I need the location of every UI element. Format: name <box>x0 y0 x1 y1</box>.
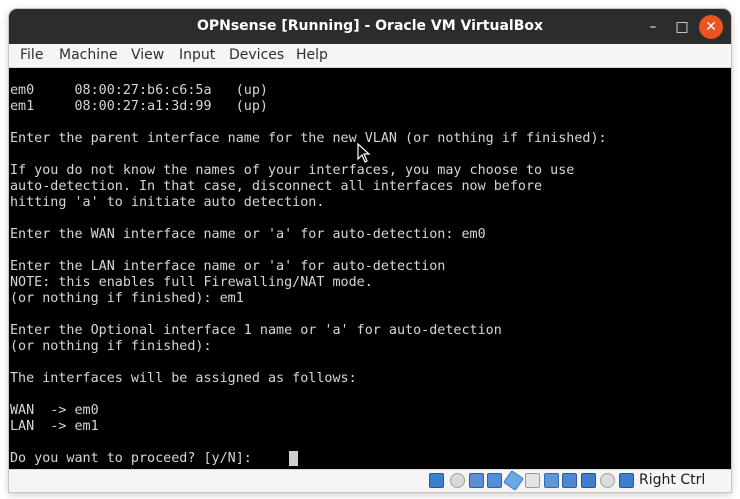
status-bar: Right Ctrl <box>9 469 731 492</box>
window-title: OPNsense [Running] - Oracle VM VirtualBo… <box>196 18 544 34</box>
console-line: WAN -> em0 <box>10 403 99 418</box>
title-bar[interactable]: OPNsense [Running] - Oracle VM VirtualBo… <box>9 9 731 44</box>
hard-disk-icon[interactable] <box>429 473 444 488</box>
menu-input[interactable]: Input <box>179 47 215 63</box>
console-line: If you do not know the names of your int… <box>10 163 575 178</box>
usb-icon[interactable] <box>503 470 524 491</box>
host-key-label: Right Ctrl <box>639 472 706 488</box>
vm-console[interactable]: em0 08:00:27:b6:c6:5a (up) em1 08:00:27:… <box>9 68 731 469</box>
audio-icon[interactable] <box>469 473 484 488</box>
menu-bar: File Machine View Input Devices Help <box>9 44 731 68</box>
console-line: (or nothing if finished): em1 <box>10 291 244 306</box>
virtualbox-window: OPNsense [Running] - Oracle VM VirtualBo… <box>9 9 731 492</box>
text-cursor <box>289 451 298 466</box>
console-line: Enter the parent interface name for the … <box>10 131 607 146</box>
console-line: LAN -> em1 <box>10 419 99 434</box>
console-prompt: Do you want to proceed? [y/N]: <box>10 451 252 466</box>
console-line: (or nothing if finished): <box>10 339 212 354</box>
menu-help[interactable]: Help <box>296 47 328 63</box>
console-line: Enter the Optional interface 1 name or '… <box>10 323 502 338</box>
console-line: NOTE: this enables full Firewalling/NAT … <box>10 275 373 290</box>
menu-devices[interactable]: Devices <box>229 47 284 63</box>
console-line: auto-detection. In that case, disconnect… <box>10 179 543 194</box>
recording-icon[interactable] <box>581 473 596 488</box>
display-icon[interactable] <box>544 473 559 488</box>
console-line: Enter the LAN interface name or 'a' for … <box>10 259 446 274</box>
console-line: Enter the WAN interface name or 'a' for … <box>10 227 486 242</box>
menu-view[interactable]: View <box>131 47 164 63</box>
cpu-icon[interactable] <box>600 473 615 488</box>
maximize-button[interactable]: □ <box>670 15 694 39</box>
console-line: The interfaces will be assigned as follo… <box>10 371 357 386</box>
close-button[interactable]: ✕ <box>699 15 723 39</box>
network-icon[interactable] <box>487 473 502 488</box>
video-capture-icon[interactable] <box>562 473 577 488</box>
console-line: em0 08:00:27:b6:c6:5a (up) <box>10 83 268 98</box>
shared-folders-icon[interactable] <box>525 473 540 488</box>
optical-drive-icon[interactable] <box>450 473 465 488</box>
mouse-pointer-icon <box>357 143 371 163</box>
console-line: hitting 'a' to initiate auto detection. <box>10 195 325 210</box>
menu-file[interactable]: File <box>20 47 43 63</box>
mouse-integration-icon[interactable] <box>619 473 634 488</box>
menu-machine[interactable]: Machine <box>59 47 118 63</box>
minimize-button[interactable]: – <box>641 15 665 39</box>
console-line: em1 08:00:27:a1:3d:99 (up) <box>10 99 268 114</box>
